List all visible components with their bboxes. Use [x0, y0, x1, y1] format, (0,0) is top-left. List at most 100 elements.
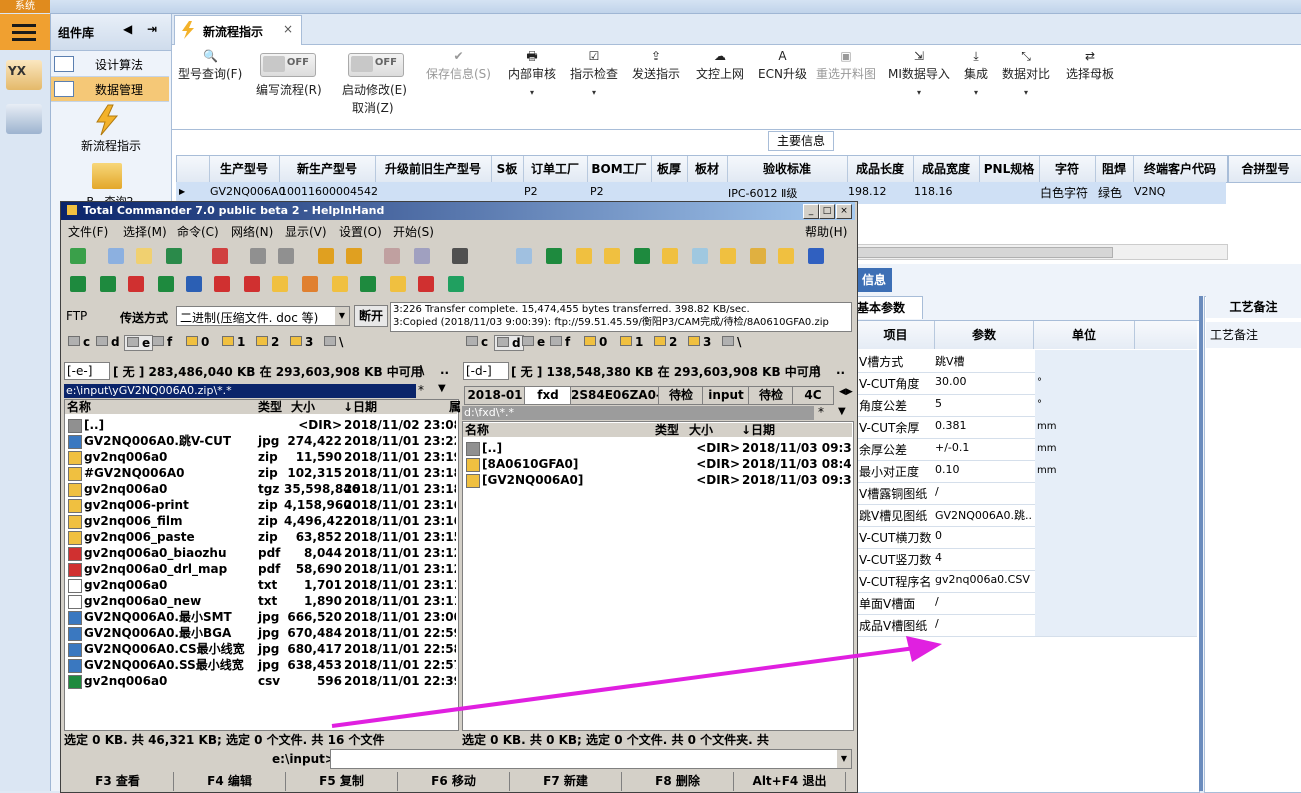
save-info-button[interactable]: ✔ 保存信息(S)	[426, 49, 491, 82]
file-row[interactable]: GV2NQ006A0.跳V-CUT jpg 274,422 2018/11/01 23…	[66, 433, 456, 449]
function-key-button[interactable]: F3 查看	[62, 772, 174, 791]
folder-icon[interactable]	[390, 276, 406, 292]
folder-tab[interactable]: 2S84E06ZA0-	[570, 386, 661, 405]
file-row[interactable]: gv2nq006a0 txt 1,7012018/11/01 23:11-a	[66, 577, 456, 593]
compare-button[interactable]: ⤡ 数据对比 ▾	[1002, 49, 1050, 97]
check-button[interactable]: ☑ 指示检查 ▾	[570, 49, 618, 97]
url-icon[interactable]	[414, 248, 430, 264]
excel-icon[interactable]	[100, 276, 116, 292]
column-header[interactable]: S板	[491, 156, 524, 182]
back-icon[interactable]	[250, 248, 266, 264]
send-button[interactable]: ⇪ 发送指示	[632, 49, 680, 82]
upload-web-button[interactable]: ☁ 文控上网	[696, 49, 744, 82]
yx-app-icon[interactable]: YX	[6, 60, 42, 90]
drive-button[interactable]: 3	[290, 335, 313, 349]
folder-icon[interactable]	[332, 276, 348, 292]
column-name[interactable]: 名称	[465, 423, 489, 437]
folder-tab[interactable]: 待检	[748, 386, 794, 405]
drive-button[interactable]: \	[324, 335, 343, 349]
column-header[interactable]: 阻焊	[1095, 156, 1134, 182]
menu-start[interactable]: 开始(S)	[393, 223, 434, 240]
param-unit[interactable]	[1035, 614, 1137, 636]
file-row[interactable]: gv2nq006a0_drl_map pdf 58,690 2018/11/01 23…	[66, 561, 456, 577]
right-up-button[interactable]: ..	[836, 363, 845, 377]
select-master-button[interactable]: ⇄ 选择母板	[1066, 49, 1114, 82]
column-header[interactable]: 终端客户代码	[1133, 156, 1227, 182]
right-drive-select[interactable]: [-d-]	[463, 362, 509, 380]
param-value[interactable]: gv2nq006a0.CSV	[935, 573, 1031, 586]
start-edit-toggle[interactable]: OFF	[348, 53, 404, 77]
menu-settings[interactable]: 设置(O)	[339, 223, 382, 240]
left-root-button[interactable]: \	[420, 363, 424, 377]
command-line-input[interactable]: ▼	[330, 749, 852, 769]
param-row[interactable]: V-CUT竖刀数 4	[857, 548, 1197, 571]
param-row[interactable]: V-CUT余厚 0.381 mm	[857, 416, 1197, 439]
left-path[interactable]: e:\input\yGV2NQ006A0.zip\*.*	[64, 384, 416, 398]
param-value[interactable]: 30.00	[935, 375, 1031, 388]
column-header[interactable]: BOM工厂	[587, 156, 652, 182]
file-row[interactable]: #GV2NQ006A0 zip 102,3152018/11/01 23:18-a	[66, 465, 456, 481]
param-unit[interactable]	[1035, 548, 1137, 570]
drive-button[interactable]: e	[124, 335, 154, 351]
param-value[interactable]: /	[935, 485, 1031, 498]
pdf-icon[interactable]	[244, 276, 260, 292]
param-row[interactable]: 余厚公差 +/-0.1 mm	[857, 438, 1197, 461]
word-icon[interactable]	[186, 276, 202, 292]
function-key-button[interactable]: F5 复制	[286, 772, 398, 791]
disconnect-button[interactable]: 断开	[354, 305, 388, 327]
file-row[interactable]: gv2nq006_film zip 4,496,422 2018/11/01 23:1…	[66, 513, 456, 529]
unpack-icon[interactable]	[346, 248, 362, 264]
tab-close-icon[interactable]: ×	[283, 22, 293, 36]
new-flow-shortcut-label[interactable]: 新流程指示	[66, 137, 156, 154]
param-unit[interactable]	[1035, 592, 1137, 614]
file-row[interactable]: gv2nq006a0_biaozhu pdf 8,044 2018/11/01 23:…	[66, 545, 456, 561]
full-view-icon[interactable]	[136, 248, 152, 264]
excel-icon[interactable]	[158, 276, 174, 292]
calculator-icon[interactable]	[516, 248, 532, 264]
pdf-icon[interactable]	[128, 276, 144, 292]
file-row[interactable]: GV2NQ006A0.最小SMT jpg 666,520 2018/11/01 23:…	[66, 609, 456, 625]
column-date[interactable]: ↓日期	[741, 423, 775, 437]
column-header[interactable]: 升级前旧生产型号	[375, 156, 492, 182]
tab-info[interactable]: 信息	[856, 268, 892, 292]
folder-tab[interactable]: 2018-01	[464, 386, 526, 405]
param-unit[interactable]	[1035, 482, 1137, 504]
folder-icon[interactable]	[272, 276, 288, 292]
param-header-param[interactable]: 参数	[935, 321, 1034, 349]
globe-icon[interactable]	[808, 248, 824, 264]
folder-tab[interactable]: 4C	[792, 386, 834, 405]
param-value[interactable]: /	[935, 617, 1031, 630]
drive-button[interactable]: c	[68, 335, 90, 349]
param-value[interactable]: +/-0.1	[935, 441, 1031, 454]
param-unit[interactable]: mm	[1035, 416, 1137, 438]
param-row[interactable]: 角度公差 5 °	[857, 394, 1197, 417]
excel-icon[interactable]	[546, 248, 562, 264]
param-value[interactable]: 跳V槽	[935, 353, 1031, 369]
folder-icon[interactable]	[576, 248, 592, 264]
folder-tab[interactable]: fxd	[524, 386, 572, 405]
folder-tab[interactable]: input	[702, 386, 750, 405]
chart-icon[interactable]	[302, 276, 318, 292]
brief-view-icon[interactable]	[108, 248, 124, 264]
column-header[interactable]: 板厚	[651, 156, 688, 182]
left-history-button[interactable]: *	[418, 383, 424, 397]
file-row[interactable]: [..] <DIR> 2018/11/02 23:08-	[66, 417, 456, 433]
calculator-icon[interactable]	[6, 104, 42, 134]
param-unit[interactable]: mm	[1035, 460, 1137, 482]
pack-icon[interactable]	[318, 248, 334, 264]
pdf-icon[interactable]	[418, 276, 434, 292]
thumbnail-view-icon[interactable]	[166, 248, 182, 264]
excel-icon[interactable]	[360, 276, 376, 292]
menu-net[interactable]: 网络(N)	[231, 223, 273, 240]
cancel-button[interactable]: 取消(Z)	[352, 99, 394, 116]
param-header-item[interactable]: 项目	[857, 321, 935, 349]
integrate-button[interactable]: ⤓ 集成 ▾	[964, 49, 988, 97]
function-key-button[interactable]: F6 移动	[398, 772, 510, 791]
forward-icon[interactable]	[278, 248, 294, 264]
maximize-button[interactable]: □	[819, 204, 835, 219]
column-name[interactable]: 名称	[67, 400, 91, 414]
chevron-down-icon[interactable]: ▼	[438, 383, 446, 394]
folder-icon[interactable]	[720, 248, 736, 264]
ftp-connect-icon[interactable]	[384, 248, 400, 264]
drive-button[interactable]: f	[152, 335, 172, 349]
